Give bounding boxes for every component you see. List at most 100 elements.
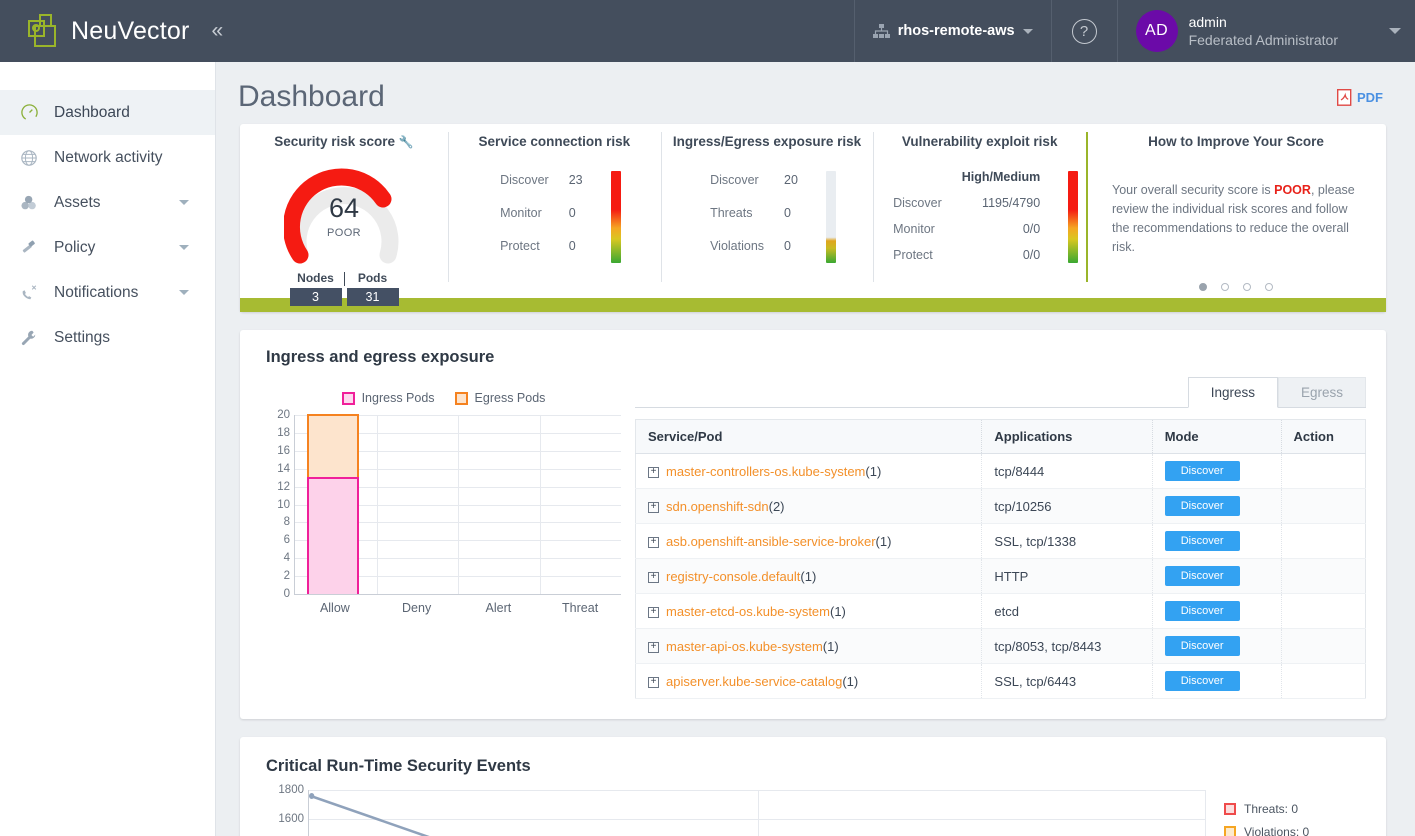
bell-phone-icon	[20, 284, 46, 302]
panel-title: Ingress/Egress exposure risk	[661, 134, 874, 149]
cell-mode: Discover	[1152, 664, 1281, 699]
events-line-chart: 1800 1600 1400 1200	[308, 790, 1206, 836]
chevron-down-icon	[1389, 28, 1401, 34]
cell-mode: Discover	[1152, 559, 1281, 594]
service-link[interactable]: asb.openshift-ansible-service-broker	[666, 534, 876, 549]
legend-swatch-egress	[455, 392, 468, 405]
metric-value: 0/0	[962, 217, 1040, 241]
table-row: +master-api-os.kube-system(1) tcp/8053, …	[636, 629, 1366, 664]
cell-action	[1281, 489, 1366, 524]
wrench-icon[interactable]: 🔧	[399, 135, 414, 149]
risk-level-bar	[1068, 171, 1078, 263]
service-link[interactable]: registry-console.default	[666, 569, 800, 584]
column-header-action: Action	[1281, 420, 1366, 454]
export-pdf-button[interactable]: PDF	[1337, 89, 1383, 106]
cell-service: +master-etcd-os.kube-system(1)	[636, 594, 982, 629]
risk-gauge: 64 POOR	[284, 163, 404, 267]
page-title: Dashboard	[238, 80, 385, 114]
mode-button[interactable]: Discover	[1165, 566, 1240, 586]
mode-button[interactable]: Discover	[1165, 601, 1240, 621]
divider	[344, 272, 345, 286]
top-header: NeuVector « rhos-remote-aws ? AD admin F…	[0, 0, 1415, 62]
legend-label: Violations: 0	[1244, 825, 1309, 836]
metric-key: Monitor	[500, 198, 567, 229]
y-tick: 0	[284, 588, 290, 600]
vulnerability-risk-panel: Vulnerability exploit risk High/Medium D…	[873, 124, 1086, 292]
expand-row-icon[interactable]: +	[648, 677, 659, 688]
y-tick: 16	[277, 445, 290, 457]
avatar: AD	[1136, 10, 1178, 52]
mode-button[interactable]: Discover	[1165, 461, 1240, 481]
help-button[interactable]: ?	[1052, 19, 1117, 44]
mode-button[interactable]: Discover	[1165, 531, 1240, 551]
brand-logo[interactable]: NeuVector	[0, 14, 190, 48]
carousel-dot[interactable]	[1243, 283, 1251, 291]
risk-score-rating: POOR	[284, 227, 404, 239]
service-link[interactable]: master-controllers-os.kube-system	[666, 464, 865, 479]
service-link[interactable]: master-etcd-os.kube-system	[666, 604, 830, 619]
sidebar-item-policy[interactable]: Policy	[0, 225, 215, 270]
pods-stat: Pods 31	[347, 271, 399, 306]
legend-item: Egress Pods	[455, 391, 546, 405]
carousel-dot[interactable]	[1221, 283, 1229, 291]
legend-label: Threats: 0	[1244, 802, 1298, 816]
y-tick: 4	[284, 552, 290, 564]
carousel-dot[interactable]	[1265, 283, 1273, 291]
user-menu[interactable]: AD admin Federated Administrator	[1118, 10, 1415, 52]
main-content: Dashboard PDF Security risk score 🔧	[216, 62, 1415, 836]
carousel-dot[interactable]	[1199, 283, 1207, 291]
expand-row-icon[interactable]: +	[648, 502, 659, 513]
expand-row-icon[interactable]: +	[648, 572, 659, 583]
metric-key: Violations	[710, 230, 782, 261]
cell-applications: tcp/8444	[982, 454, 1152, 489]
tab-ingress[interactable]: Ingress	[1188, 377, 1278, 408]
legend-swatch-violations	[1224, 826, 1236, 836]
y-tick: 12	[277, 481, 290, 493]
service-count: (1)	[823, 639, 839, 654]
exposure-table: Service/Pod Applications Mode Action + ma…	[635, 419, 1366, 699]
metric-value: 0	[569, 230, 583, 261]
improve-score-text: Your overall security score is POOR, ple…	[1086, 163, 1386, 257]
x-tick: Allow	[294, 595, 376, 615]
cluster-name: rhos-remote-aws	[898, 23, 1015, 39]
tab-egress[interactable]: Egress	[1278, 377, 1366, 407]
cell-action	[1281, 454, 1366, 489]
cell-mode: Discover	[1152, 489, 1281, 524]
table-row: +asb.openshift-ansible-service-broker(1)…	[636, 524, 1366, 559]
bar-allow[interactable]	[307, 414, 359, 594]
sidebar-item-network-activity[interactable]: Network activity	[0, 135, 215, 180]
sidebar-item-notifications[interactable]: Notifications	[0, 270, 215, 315]
sidebar-item-assets[interactable]: Assets	[0, 180, 215, 225]
expand-row-icon[interactable]: +	[648, 537, 659, 548]
table-header-row: Service/Pod Applications Mode Action	[636, 420, 1366, 454]
service-link[interactable]: apiserver.kube-service-catalog	[666, 674, 842, 689]
ingress-egress-risk-panel: Ingress/Egress exposure risk Discover 20…	[661, 124, 874, 292]
expand-row-icon[interactable]: +	[648, 467, 659, 478]
cell-service: +asb.openshift-ansible-service-broker(1)	[636, 524, 982, 559]
cell-action	[1281, 664, 1366, 699]
mode-button[interactable]: Discover	[1165, 496, 1240, 516]
cell-service: + master-api-os.kube-system(1)	[636, 629, 982, 664]
risk-level-bar	[611, 171, 621, 263]
table-row: +sdn.openshift-sdn(2) tcp/10256 Discover	[636, 489, 1366, 524]
expand-row-icon[interactable]: +	[648, 642, 659, 653]
chevron-down-icon[interactable]	[179, 290, 189, 295]
globe-icon	[20, 149, 46, 167]
mode-button[interactable]: Discover	[1165, 671, 1240, 691]
cell-action	[1281, 559, 1366, 594]
mode-button[interactable]: Discover	[1165, 636, 1240, 656]
metric-key: Discover	[893, 191, 960, 215]
cell-action	[1281, 594, 1366, 629]
cell-mode: Discover	[1152, 454, 1281, 489]
cluster-selector[interactable]: rhos-remote-aws	[855, 23, 1051, 39]
service-link[interactable]: sdn.openshift-sdn	[666, 499, 769, 514]
sidebar-collapse-icon[interactable]: «	[212, 19, 224, 43]
expand-row-icon[interactable]: +	[648, 607, 659, 618]
sidebar-item-settings[interactable]: Settings	[0, 315, 215, 360]
chevron-down-icon[interactable]	[179, 245, 189, 250]
chevron-down-icon[interactable]	[179, 200, 189, 205]
service-link[interactable]: master-api-os.kube-system	[666, 639, 823, 654]
sidebar-item-dashboard[interactable]: Dashboard	[0, 90, 215, 135]
gavel-icon	[20, 239, 46, 257]
y-tick: 18	[277, 427, 290, 439]
